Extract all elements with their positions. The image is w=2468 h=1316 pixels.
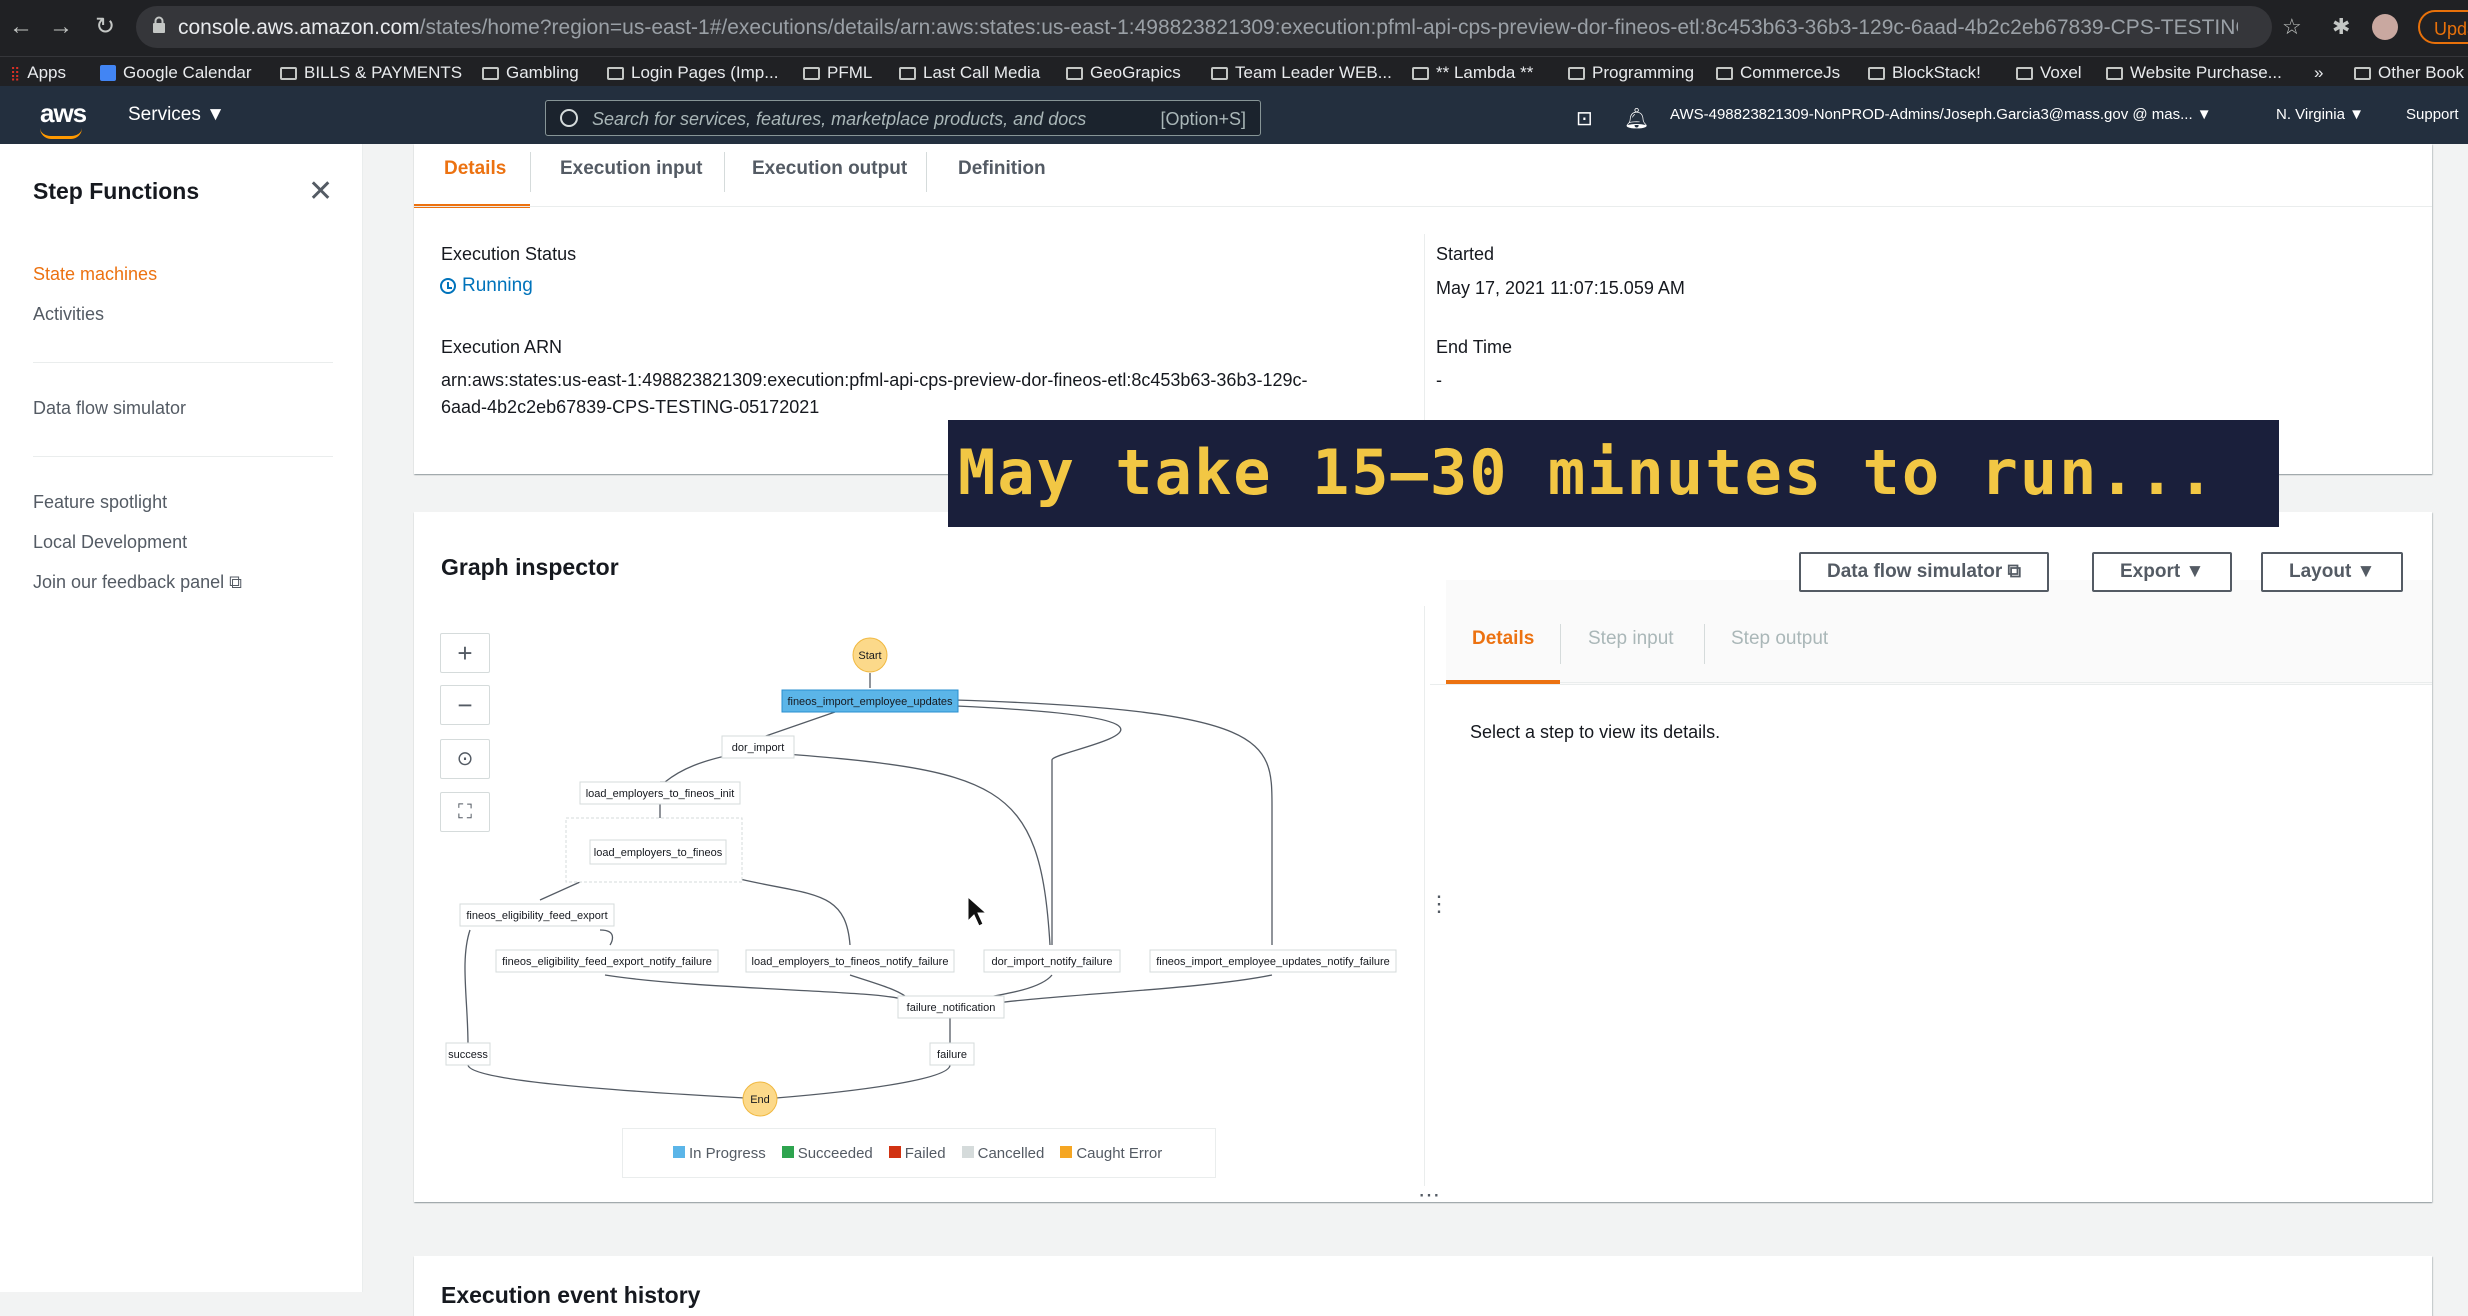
legend-item: Caught Error (1060, 1145, 1162, 1162)
node-success-label: success (448, 1049, 488, 1061)
caption-overlay: May take 15–30 minutes to run... (948, 420, 2279, 527)
legend-swatch (781, 1146, 794, 1158)
node-load-init-label: load_employers_to_fineos_init (586, 788, 735, 800)
node-end-label: End (750, 1094, 770, 1106)
node-load-fail-label: load_employers_to_fineos_notify_failure (752, 956, 949, 968)
legend-item: Failed (888, 1145, 946, 1162)
node-failure-label: failure (937, 1049, 967, 1061)
node-start-label: Start (858, 650, 881, 662)
node-eligibility-label: fineos_eligibility_feed_export (466, 910, 607, 922)
graph-edges (464, 673, 1273, 1099)
legend-swatch (673, 1146, 685, 1158)
graph-nodes: Start fineos_import_employee_updates dor… (445, 637, 1397, 1117)
legend-swatch (888, 1146, 901, 1158)
node-fineos-fail-label: fineos_import_employee_updates_notify_fa… (1156, 956, 1390, 968)
legend-item: In Progress (673, 1145, 766, 1162)
workflow-graph: Start fineos_import_employee_updates dor… (445, 637, 1397, 1117)
legend-item: Succeeded (781, 1145, 873, 1162)
node-load-label: load_employers_to_fineos (594, 847, 723, 859)
graph-legend: In Progress Succeeded Failed Cancelled C… (622, 1128, 1216, 1178)
mouse-cursor-icon (967, 895, 988, 927)
node-dor-fail-label: dor_import_notify_failure (991, 956, 1112, 968)
event-history-panel: Execution event history (414, 1256, 2432, 1316)
node-elig-fail-label: fineos_eligibility_feed_export_notify_fa… (502, 956, 712, 968)
event-history-title: Execution event history (441, 1282, 701, 1308)
node-fineos-import-label: fineos_import_employee_updates (787, 696, 953, 708)
node-failure-notification-label: failure_notification (907, 1002, 996, 1014)
legend-swatch (961, 1146, 974, 1158)
legend-swatch (1060, 1146, 1073, 1158)
node-dor-import-label: dor_import (732, 742, 785, 754)
caption-text: May take 15–30 minutes to run... (958, 436, 2217, 509)
legend-item: Cancelled (961, 1145, 1044, 1162)
